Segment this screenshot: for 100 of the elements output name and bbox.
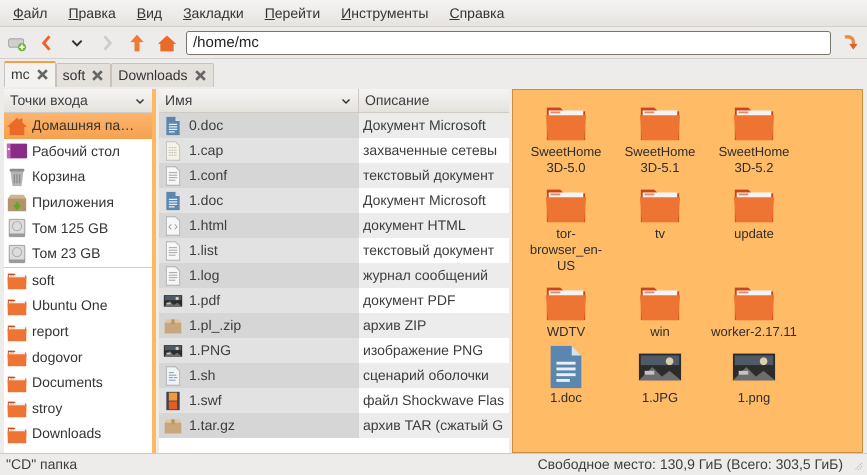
column-header[interactable]: Описание [359, 89, 509, 113]
item-label: Том 23 GB [32, 244, 100, 264]
file-name: 1.tar.gz [189, 416, 235, 435]
name-cell[interactable]: 1.doc [159, 188, 359, 213]
tab[interactable]: Downloads [111, 63, 214, 87]
item-label: stroy [32, 398, 62, 418]
item-label: Documents [32, 373, 103, 392]
panel-header[interactable]: Точки входа [4, 89, 152, 113]
file-name: 1.pl_.zip [189, 316, 242, 335]
file-label[interactable]: worker-2.17.11 [710, 324, 798, 340]
item-label: Корзина [32, 167, 86, 186]
sidebar-item[interactable]: Рабочий стол [4, 138, 152, 164]
item-label: dogovor [32, 348, 83, 367]
history-icon [71, 38, 83, 46]
file-label[interactable]: win [616, 324, 704, 340]
header-label: Имя [165, 91, 192, 110]
sidebar-item[interactable]: report [4, 318, 152, 344]
close-icon[interactable] [194, 68, 207, 82]
menu-item[interactable]: Справка [441, 2, 512, 24]
file-label[interactable]: SweetHome 3D-5.1 [616, 144, 704, 176]
item-label: Downloads [32, 424, 102, 444]
tab-label: mc [11, 65, 30, 84]
script-file-icon [163, 366, 183, 386]
address-field[interactable]: /home/mc [186, 30, 831, 54]
item-label: Том 125 GB [32, 218, 108, 238]
tab[interactable]: mc [4, 61, 56, 87]
name-cell[interactable]: 1.list [159, 238, 359, 263]
file-label[interactable]: 1.doc [522, 390, 610, 406]
file-name: 1.list [189, 241, 218, 260]
file-label[interactable]: 1.JPG [616, 390, 704, 406]
name-cell[interactable]: 1.PNG [159, 338, 359, 363]
code-file-icon [163, 216, 183, 236]
description-cell: документ HTML [359, 213, 509, 238]
name-cell[interactable]: 0.doc [159, 113, 359, 138]
name-cell[interactable]: 1.tar.gz [159, 413, 359, 438]
data-file-icon [163, 140, 183, 160]
tab-label: Downloads [118, 66, 188, 84]
sidebar-item[interactable]: Приложения [4, 190, 152, 216]
home-icon [157, 32, 177, 52]
file-label[interactable]: tor-browser_en-US [522, 226, 610, 274]
menu-item[interactable]: Файл [5, 2, 56, 24]
sidebar-item[interactable]: Ubuntu One [4, 293, 152, 319]
file-label[interactable]: SweetHome 3D-5.2 [710, 144, 798, 176]
file-label[interactable]: tv [616, 226, 704, 242]
close-icon[interactable] [91, 68, 104, 82]
file-name: 1.html [189, 216, 228, 235]
item-label: Приложения [32, 193, 114, 212]
file-label[interactable]: 1.png [710, 390, 798, 406]
drive-icon [6, 217, 28, 240]
file-label[interactable]: SweetHome 3D-5.0 [522, 144, 610, 176]
item-label: soft [32, 270, 55, 290]
sidebar-item[interactable]: stroy [4, 396, 152, 422]
file-label[interactable]: WDTV [522, 324, 610, 340]
sidebar-item[interactable]: soft [4, 268, 152, 294]
item-label: Домашняя па… [32, 116, 134, 136]
text-file-icon [163, 166, 183, 186]
close-icon[interactable] [36, 68, 49, 81]
tab-label: soft [62, 66, 86, 84]
sidebar-item[interactable]: dogovor [4, 344, 152, 370]
name-cell[interactable]: 1.conf [159, 163, 359, 188]
file-name: 1.swf [189, 391, 222, 410]
menu-item[interactable]: Закладки [175, 2, 252, 24]
file-name: 0.doc [189, 116, 224, 135]
file-name: 1.doc [189, 191, 224, 210]
text-file-icon [163, 240, 183, 260]
sidebar-item[interactable]: Корзина [4, 164, 152, 190]
header-label: Точки входа [10, 91, 88, 110]
description-cell: журнал сообщений [359, 263, 509, 288]
name-cell[interactable]: 1.html [159, 213, 359, 238]
sidebar-item[interactable]: Downloads [4, 421, 152, 447]
column-header[interactable]: Имя [159, 89, 359, 113]
file-name: 1.PNG [189, 341, 232, 360]
sidebar-item[interactable]: Том 125 GB [4, 215, 152, 241]
sidebar-item[interactable]: Домашняя па… [4, 113, 152, 139]
name-cell[interactable]: 1.swf [159, 388, 359, 413]
file-name: 1.pdf [189, 291, 220, 310]
name-cell[interactable]: 1.cap [159, 138, 359, 163]
description-cell: архив TAR (сжатый G [359, 413, 509, 438]
description-cell: сценарий оболочки [359, 363, 509, 388]
file-name: 1.sh [189, 366, 216, 385]
file-name: 1.conf [189, 166, 228, 185]
name-cell[interactable]: 1.sh [159, 363, 359, 388]
status-text: "CD" папка [6, 455, 78, 474]
tab[interactable]: soft [56, 63, 112, 87]
description-cell: текстовый документ [359, 163, 509, 188]
menu-item[interactable]: Правка [60, 2, 124, 24]
item-label: Рабочий стол [32, 142, 120, 161]
sidebar-item[interactable]: Том 23 GB [4, 240, 152, 267]
menu-item[interactable]: Инструменты [333, 2, 436, 24]
drive-icon [6, 242, 28, 265]
name-cell[interactable]: 1.pl_.zip [159, 313, 359, 338]
menu-item[interactable]: Перейти [256, 2, 328, 24]
menu-item[interactable]: Вид [128, 2, 170, 24]
text-file-icon [163, 266, 183, 286]
sidebar-item[interactable]: Documents [4, 370, 152, 396]
file-label[interactable]: update [710, 226, 798, 242]
name-cell[interactable]: 1.pdf [159, 288, 359, 313]
item-label: Ubuntu One [32, 296, 108, 316]
name-cell[interactable]: 1.log [159, 263, 359, 288]
file-name: 1.log [189, 266, 220, 285]
